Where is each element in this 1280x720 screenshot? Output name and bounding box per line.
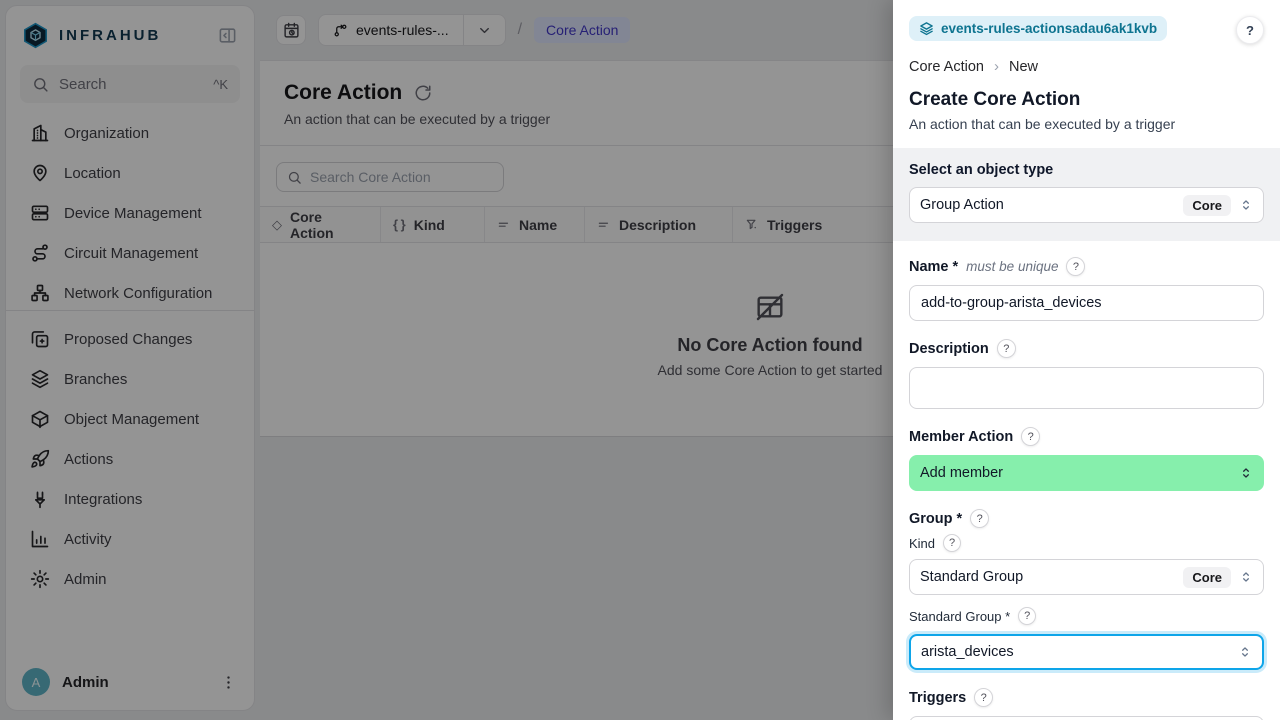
branch-badge[interactable]: events-rules-actionsadau6ak1kvb <box>909 16 1167 41</box>
kind-value: Standard Group <box>920 569 1175 585</box>
description-field: Description ? <box>909 339 1264 409</box>
kind-label: Kind <box>909 536 935 551</box>
group-field: Group * ? Kind ? Standard Group Core Sta… <box>909 509 1264 670</box>
help-icon[interactable]: ? <box>997 339 1016 358</box>
member-action-field: Member Action ? Add member <box>909 427 1264 491</box>
description-label: Description <box>909 341 989 357</box>
namespace-badge: Core <box>1183 567 1231 588</box>
member-action-value: Add member <box>920 465 1231 481</box>
chevrons-up-down-icon <box>1239 570 1253 584</box>
drawer-title: Create Core Action <box>909 89 1264 111</box>
triggers-label: Triggers <box>909 690 966 706</box>
object-type-value: Group Action <box>920 197 1175 213</box>
create-core-action-drawer: events-rules-actionsadau6ak1kvb ? Core A… <box>893 0 1280 720</box>
namespace-badge: Core <box>1183 195 1231 216</box>
layers-icon <box>919 21 934 36</box>
name-field: Name * must be unique ? <box>909 257 1264 321</box>
drawer-backdrop[interactable] <box>0 0 893 720</box>
name-hint: must be unique <box>966 259 1058 274</box>
description-input[interactable] <box>909 367 1264 409</box>
member-action-label: Member Action <box>909 429 1013 445</box>
group-label: Group * <box>909 511 962 527</box>
triggers-field: Triggers ? <box>909 688 1264 720</box>
help-icon[interactable]: ? <box>974 688 993 707</box>
kind-select[interactable]: Standard Group Core <box>909 559 1264 595</box>
object-type-section: Select an object type Group Action Core <box>893 148 1280 241</box>
chevron-right-icon: › <box>994 58 999 75</box>
help-icon[interactable]: ? <box>1066 257 1085 276</box>
chevrons-up-down-icon <box>1238 645 1252 659</box>
help-icon[interactable]: ? <box>970 509 989 528</box>
member-action-select[interactable]: Add member <box>909 455 1264 491</box>
drawer-breadcrumb: Core Action › New <box>909 58 1264 75</box>
object-type-select[interactable]: Group Action Core <box>909 187 1264 223</box>
chevrons-up-down-icon <box>1239 466 1253 480</box>
standard-group-value: arista_devices <box>921 644 1230 660</box>
standard-group-select[interactable]: arista_devices <box>909 634 1264 670</box>
standard-group-label: Standard Group * <box>909 609 1010 624</box>
help-icon[interactable]: ? <box>943 534 961 552</box>
drawer-breadcrumb-current: New <box>1009 59 1038 75</box>
help-button[interactable]: ? <box>1236 16 1264 44</box>
help-icon[interactable]: ? <box>1021 427 1040 446</box>
object-type-label: Select an object type <box>909 162 1264 178</box>
branch-badge-label: events-rules-actionsadau6ak1kvb <box>941 21 1157 36</box>
name-input[interactable] <box>909 285 1264 321</box>
name-label: Name * <box>909 259 958 275</box>
triggers-select[interactable] <box>909 716 1264 720</box>
help-icon[interactable]: ? <box>1018 607 1036 625</box>
chevrons-up-down-icon <box>1239 198 1253 212</box>
drawer-subtitle: An action that can be executed by a trig… <box>909 116 1264 132</box>
drawer-breadcrumb-parent[interactable]: Core Action <box>909 59 984 75</box>
